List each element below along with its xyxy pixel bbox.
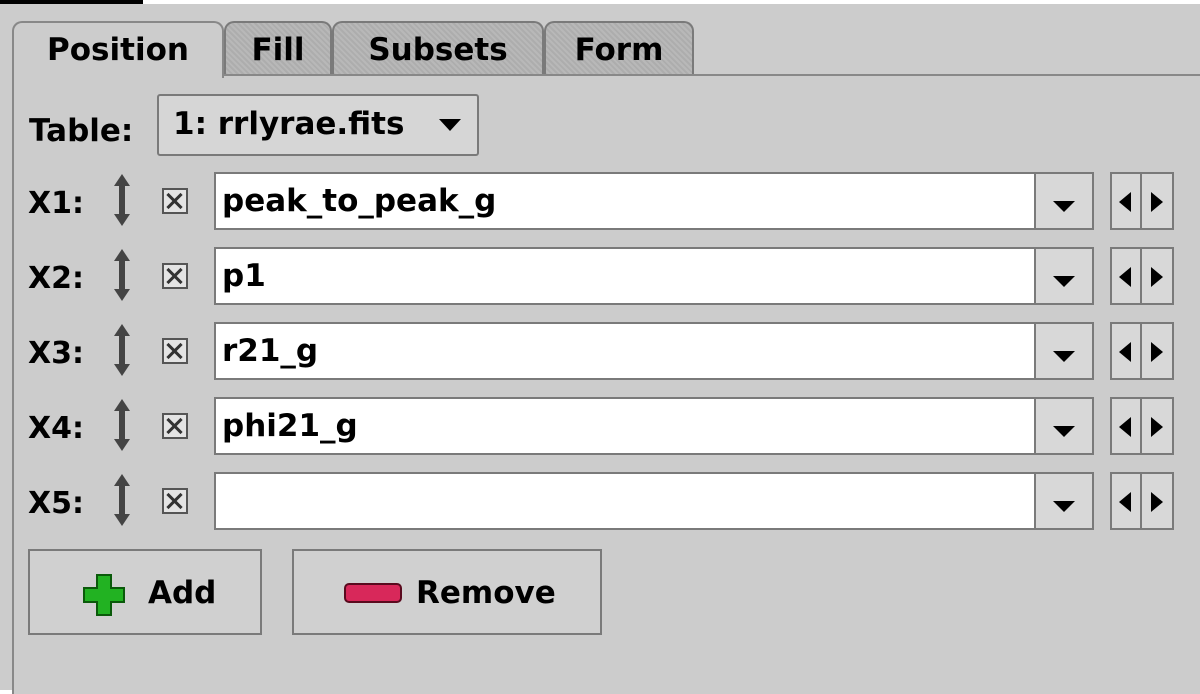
- table-selector[interactable]: 1: rrlyrae.fits: [157, 94, 479, 156]
- x3-field[interactable]: [214, 322, 1036, 380]
- row-label: X5:: [28, 486, 85, 521]
- tab-subsets-label: Subsets: [368, 32, 508, 68]
- remove-button[interactable]: Remove: [292, 549, 602, 635]
- red-minus-icon: [344, 583, 402, 603]
- up-down-arrow-icon[interactable]: [110, 247, 134, 303]
- x4-field[interactable]: [214, 397, 1036, 455]
- tab-fill[interactable]: Fill: [224, 21, 332, 75]
- row-checkbox[interactable]: [162, 488, 188, 514]
- row-checkbox[interactable]: [162, 263, 188, 289]
- x3-dropdown-button[interactable]: [1034, 322, 1094, 380]
- arrow-left-icon[interactable]: [1110, 322, 1142, 380]
- row-checkbox[interactable]: [162, 413, 188, 439]
- arrow-right-icon[interactable]: [1142, 472, 1174, 530]
- up-down-arrow-icon[interactable]: [110, 472, 134, 528]
- arrow-left-icon[interactable]: [1110, 472, 1142, 530]
- arrow-left-icon[interactable]: [1110, 397, 1142, 455]
- arrow-right-icon[interactable]: [1142, 397, 1174, 455]
- arrow-left-icon[interactable]: [1110, 172, 1142, 230]
- table-label: Table:: [29, 113, 134, 149]
- row-label: X3:: [28, 336, 85, 371]
- x3-step-arrows: [1110, 322, 1174, 380]
- table-selector-value: 1: rrlyrae.fits: [173, 106, 405, 142]
- add-button[interactable]: Add: [28, 549, 262, 635]
- x2-step-arrows: [1110, 247, 1174, 305]
- up-down-arrow-icon[interactable]: [110, 172, 134, 228]
- arrow-right-icon[interactable]: [1142, 247, 1174, 305]
- row-label: X4:: [28, 411, 85, 446]
- x2-dropdown-button[interactable]: [1034, 247, 1094, 305]
- window: Position Fill Subsets Form Table: 1: rrl…: [0, 4, 1200, 694]
- arrow-left-icon[interactable]: [1110, 247, 1142, 305]
- x1-field[interactable]: [214, 172, 1036, 230]
- arrow-right-icon[interactable]: [1142, 172, 1174, 230]
- x1-step-arrows: [1110, 172, 1174, 230]
- x4-step-arrows: [1110, 397, 1174, 455]
- row-label: X1:: [28, 186, 85, 221]
- x2-field[interactable]: [214, 247, 1036, 305]
- tab-position[interactable]: Position: [12, 21, 224, 78]
- row-checkbox[interactable]: [162, 338, 188, 364]
- green-plus-icon: [83, 574, 125, 616]
- remove-button-label: Remove: [416, 575, 556, 611]
- arrow-right-icon[interactable]: [1142, 322, 1174, 380]
- row-label: X2:: [28, 261, 85, 296]
- tab-subsets[interactable]: Subsets: [332, 21, 544, 75]
- x4-dropdown-button[interactable]: [1034, 397, 1094, 455]
- x1-dropdown-button[interactable]: [1034, 172, 1094, 230]
- x5-step-arrows: [1110, 472, 1174, 530]
- tab-position-label: Position: [47, 32, 189, 68]
- tab-form-label: Form: [574, 32, 664, 68]
- chevron-down-icon: [439, 119, 461, 131]
- add-button-label: Add: [148, 575, 217, 611]
- row-checkbox[interactable]: [162, 188, 188, 214]
- up-down-arrow-icon[interactable]: [110, 397, 134, 453]
- x5-dropdown-button[interactable]: [1034, 472, 1094, 530]
- tab-form[interactable]: Form: [544, 21, 694, 75]
- up-down-arrow-icon[interactable]: [110, 322, 134, 378]
- tab-fill-label: Fill: [251, 32, 305, 68]
- x5-field[interactable]: [214, 472, 1036, 530]
